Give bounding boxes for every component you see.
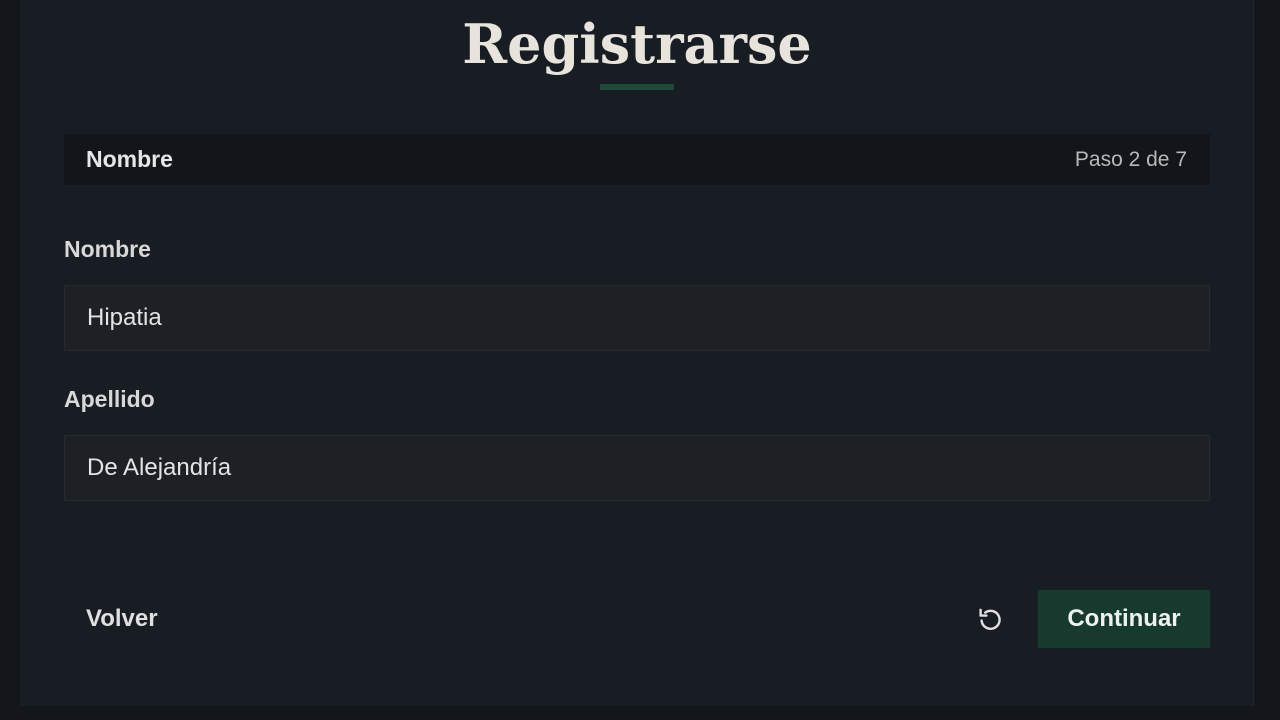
continue-button[interactable]: Continuar: [1038, 590, 1210, 648]
first-name-input[interactable]: [64, 285, 1210, 351]
registration-card: Registrarse Nombre Paso 2 de 7 Nombre Ap…: [20, 0, 1254, 706]
last-name-input[interactable]: [64, 435, 1210, 501]
reset-button[interactable]: [970, 598, 1010, 640]
back-button[interactable]: Volver: [64, 590, 214, 648]
last-name-label: Apellido: [64, 386, 155, 412]
step-name: Nombre: [86, 146, 173, 172]
page-title: Registrarse: [462, 12, 812, 76]
reset-icon: [979, 608, 1001, 630]
step-progress: Paso 2 de 7: [1074, 148, 1187, 171]
first-name-label: Nombre: [64, 236, 151, 262]
title-underline: [600, 84, 674, 90]
step-header: Nombre Paso 2 de 7: [64, 134, 1210, 185]
